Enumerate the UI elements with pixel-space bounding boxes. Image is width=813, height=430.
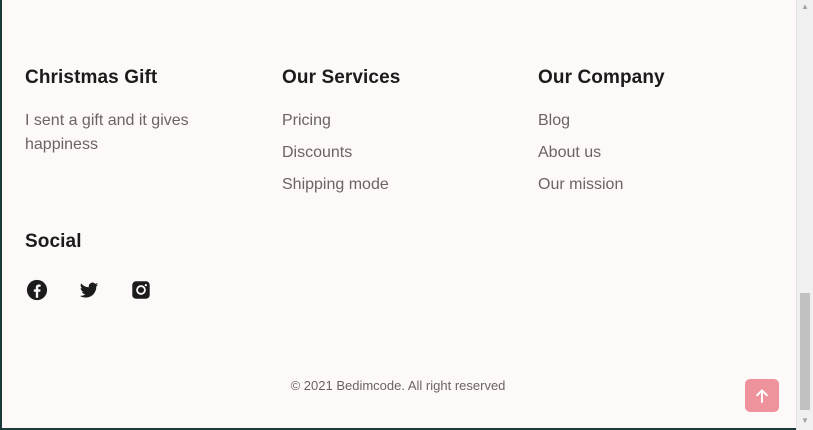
link-about-us[interactable]: About us xyxy=(538,143,601,163)
page-footer: Christmas Gift I sent a gift and it give… xyxy=(0,0,796,430)
link-pricing[interactable]: Pricing xyxy=(282,111,331,131)
services-title: Our Services xyxy=(282,67,401,88)
arrow-up-icon xyxy=(756,388,768,403)
gift-title: Christmas Gift xyxy=(25,67,158,88)
scroll-arrow-up-icon[interactable]: ▲ xyxy=(797,0,813,14)
scroll-arrow-down-icon[interactable]: ▼ xyxy=(797,414,813,428)
twitter-icon[interactable] xyxy=(78,279,100,301)
facebook-icon[interactable] xyxy=(26,279,48,301)
social-title: Social xyxy=(25,231,82,252)
copyright-text: © 2021 Bedimcode. All right reserved xyxy=(290,378,506,393)
vertical-scrollbar[interactable]: ▲ ▼ xyxy=(796,0,813,430)
scrollbar-thumb[interactable] xyxy=(800,293,810,410)
company-title: Our Company xyxy=(538,67,665,88)
link-shipping-mode[interactable]: Shipping mode xyxy=(282,175,389,195)
link-discounts[interactable]: Discounts xyxy=(282,143,352,163)
scroll-up-button[interactable] xyxy=(745,379,779,412)
instagram-icon[interactable] xyxy=(130,279,152,301)
left-edge-line xyxy=(0,0,2,430)
link-our-mission[interactable]: Our mission xyxy=(538,175,623,195)
gift-description: I sent a gift and it gives happiness xyxy=(25,112,189,153)
link-blog[interactable]: Blog xyxy=(538,111,570,131)
